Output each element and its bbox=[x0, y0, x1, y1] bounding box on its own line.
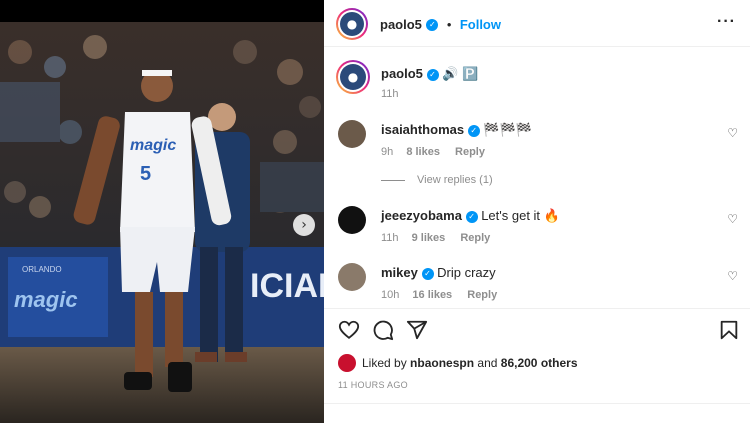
verified-badge-icon: ✓ bbox=[426, 18, 439, 31]
likes-summary: Liked by nbaonespn and 86,200 others bbox=[338, 354, 578, 372]
image-top-bar bbox=[0, 0, 324, 22]
comment-item: isaiahthomas ✓ 🏁🏁🏁 9h 8 likes Reply ♡ bbox=[338, 120, 738, 160]
follow-button[interactable]: Follow bbox=[460, 17, 501, 32]
bookmark-icon[interactable] bbox=[718, 319, 740, 341]
likes-prefix: Liked by bbox=[362, 356, 407, 370]
commenter-avatar[interactable] bbox=[338, 120, 366, 148]
comment-like-heart-icon[interactable]: ♡ bbox=[727, 269, 738, 283]
verified-badge-icon: ✓ bbox=[467, 124, 480, 137]
comment-item: jeeezyobama ✓ Let's get it 🔥 11h 9 likes… bbox=[338, 206, 738, 246]
post-image: ORLANDO magic ICIAL magic 5 › bbox=[0, 0, 324, 423]
comment-username[interactable]: mikey bbox=[381, 265, 418, 280]
post-photo-graphic: ORLANDO magic ICIAL magic 5 bbox=[0, 22, 324, 423]
commenter-avatar[interactable] bbox=[338, 206, 366, 234]
reply-button[interactable]: Reply bbox=[467, 289, 497, 301]
commenter-avatar[interactable] bbox=[338, 263, 366, 291]
jersey-number: 5 bbox=[140, 163, 151, 185]
caption-username[interactable]: paolo5 bbox=[381, 66, 423, 81]
comment-likes[interactable]: 8 likes bbox=[406, 146, 440, 158]
verified-badge-icon: ✓ bbox=[465, 210, 478, 223]
heart-icon[interactable] bbox=[338, 319, 360, 341]
verified-badge-icon: ✓ bbox=[421, 267, 434, 280]
comment-text: Let's get it 🔥 bbox=[481, 208, 560, 223]
banner-right-text: ICIAL bbox=[250, 267, 324, 305]
banner-left-text: ORLANDO bbox=[22, 265, 62, 274]
post-header: ● paolo5 ✓ • Follow ··· bbox=[324, 0, 750, 47]
comment-time: 11h bbox=[381, 232, 399, 244]
comment-username[interactable]: isaiahthomas bbox=[381, 122, 464, 137]
header-username[interactable]: paolo5 bbox=[380, 17, 422, 32]
comment-likes[interactable]: 9 likes bbox=[412, 232, 446, 244]
comment-item: mikey ✓ Drip crazy 10h 16 likes Reply ♡ bbox=[338, 263, 738, 303]
likes-count[interactable]: 86,200 others bbox=[501, 356, 578, 370]
caption-text: 🔊 🅿️ bbox=[442, 66, 479, 81]
comment-time: 9h bbox=[381, 146, 394, 158]
chevron-right-icon: › bbox=[301, 217, 307, 233]
reply-button[interactable]: Reply bbox=[460, 232, 490, 244]
caption-time: 11h bbox=[381, 88, 399, 100]
likes-user[interactable]: nbaonespn bbox=[410, 356, 474, 370]
header-separator: • bbox=[446, 17, 452, 32]
caption: paolo5 ✓ 🔊 🅿️ bbox=[381, 66, 478, 82]
post-timestamp: 11 HOURS AGO bbox=[338, 380, 408, 390]
share-icon[interactable] bbox=[406, 319, 428, 341]
comment-time: 10h bbox=[381, 289, 400, 301]
reply-button[interactable]: Reply bbox=[455, 146, 485, 158]
banner-logo-text: magic bbox=[14, 287, 78, 312]
replies-divider bbox=[381, 179, 405, 181]
author-avatar[interactable]: ● bbox=[336, 8, 368, 40]
caption-avatar[interactable]: ● bbox=[336, 60, 370, 94]
comment-icon[interactable] bbox=[372, 319, 394, 341]
comment-like-heart-icon[interactable]: ♡ bbox=[727, 212, 738, 226]
comment-like-heart-icon[interactable]: ♡ bbox=[727, 126, 738, 140]
likes-middle: and bbox=[477, 356, 498, 370]
verified-badge-icon: ✓ bbox=[426, 68, 439, 81]
comment-text: 🏁🏁🏁 bbox=[483, 122, 532, 137]
action-bar bbox=[324, 308, 750, 348]
comment-likes[interactable]: 16 likes bbox=[412, 289, 452, 301]
more-options-icon[interactable]: ··· bbox=[717, 13, 736, 31]
next-image-button[interactable]: › bbox=[293, 214, 315, 236]
comment-text: Drip crazy bbox=[437, 265, 496, 280]
add-comment-bar bbox=[324, 403, 750, 423]
jersey-text: magic bbox=[130, 137, 176, 154]
view-replies-label[interactable]: View replies (1) bbox=[417, 174, 493, 186]
post-detail-panel: ● paolo5 ✓ • Follow ··· ● paolo5 ✓ 🔊 🅿️ … bbox=[324, 0, 750, 423]
liker-avatar[interactable] bbox=[338, 354, 356, 372]
comment-username[interactable]: jeeezyobama bbox=[381, 208, 462, 223]
view-replies-link[interactable]: View replies (1) bbox=[381, 174, 493, 186]
